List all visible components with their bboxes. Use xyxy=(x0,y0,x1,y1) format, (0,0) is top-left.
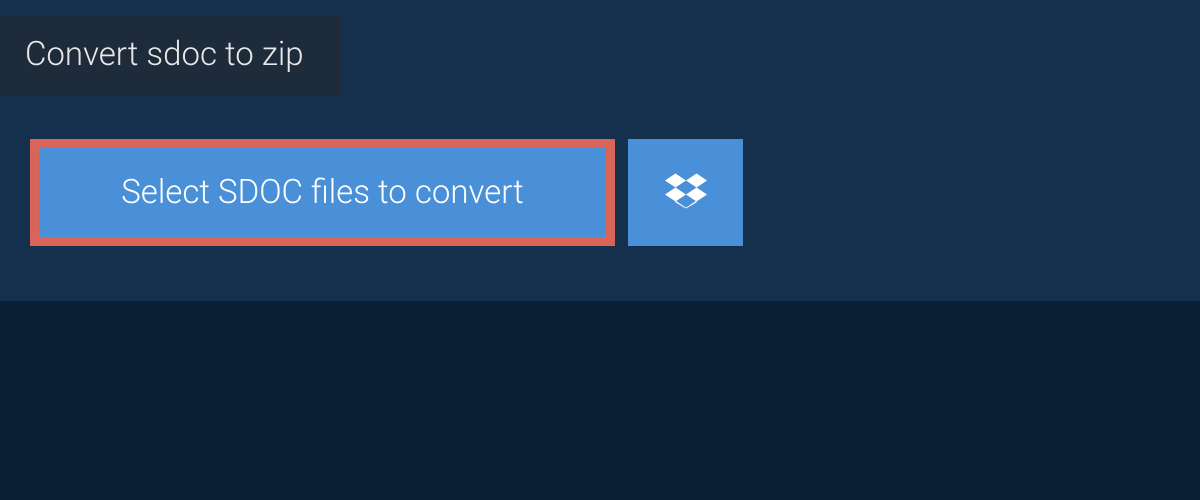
select-files-label: Select SDOC files to convert xyxy=(121,173,524,212)
converter-panel: Convert sdoc to zip Select SDOC files to… xyxy=(0,0,1200,301)
select-files-button[interactable]: Select SDOC files to convert xyxy=(30,139,615,246)
dropbox-button[interactable] xyxy=(628,139,743,246)
tab-label: Convert sdoc to zip xyxy=(25,35,304,74)
dropbox-icon xyxy=(665,170,707,216)
tab-convert-sdoc-zip[interactable]: Convert sdoc to zip xyxy=(0,15,342,96)
action-row: Select SDOC files to convert xyxy=(0,96,1200,246)
